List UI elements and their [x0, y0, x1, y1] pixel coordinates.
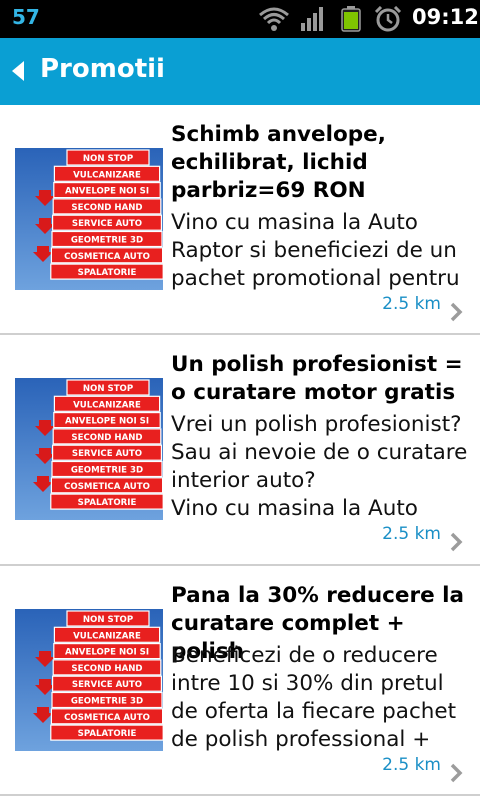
alarm-icon: [374, 6, 402, 32]
sign-text: VULCANIZARE: [73, 170, 141, 180]
sign-image: NON STOP VULCANIZARE ANVELOPE NOI SI SECOND…: [15, 378, 163, 520]
sign-text: ANVELOPE NOI SI: [65, 417, 149, 427]
wifi-icon: [259, 7, 289, 31]
sign-text: VULCANIZARE: [73, 631, 141, 641]
promotion-distance: 2.5 km: [382, 294, 441, 314]
promotion-description: Vrei un polish profesionist? Sau ai nevo…: [171, 412, 468, 521]
sign-text: COSMETICA AUTO: [64, 252, 150, 262]
list-item[interactable]: NON STOP VULCANIZARE ANVELOPE NOI SI SECOND…: [0, 105, 480, 335]
battery-icon: [341, 6, 361, 32]
sign-text: NON STOP: [83, 154, 133, 164]
back-arrow-icon[interactable]: [10, 60, 26, 82]
promotion-distance: 2.5 km: [382, 524, 441, 544]
chevron-right-icon: [450, 532, 463, 552]
sign-text: SECOND HAND: [71, 664, 142, 674]
sign-text: VULCANIZARE: [73, 400, 141, 410]
sign-text: SECOND HAND: [71, 203, 142, 213]
sign-text: SPALATORIE: [78, 729, 137, 739]
sign-text: GEOMETRIE 3D: [71, 236, 143, 246]
notification-count: 57: [12, 5, 40, 29]
sign-text: SERVICE AUTO: [72, 449, 142, 459]
action-bar: Promotii: [0, 38, 480, 105]
sign-text: NON STOP: [83, 384, 133, 394]
promotion-thumbnail: NON STOP VULCANIZARE ANVELOPE NOI SI SECOND…: [15, 609, 163, 751]
clock: 09:12: [412, 5, 479, 29]
sign-text: COSMETICA AUTO: [64, 482, 150, 492]
promotion-description: Vino cu masina la Auto Raptor si benefic…: [171, 210, 460, 291]
sign-text: SERVICE AUTO: [72, 219, 142, 229]
promotion-description: Beneficezi de o reducere intre 10 si 30%…: [171, 643, 457, 752]
promotion-distance: 2.5 km: [382, 755, 441, 775]
status-bar: 57 09:12: [0, 0, 480, 38]
sign-text: GEOMETRIE 3D: [71, 697, 143, 707]
promotion-thumbnail: NON STOP VULCANIZARE ANVELOPE NOI SI SECOND…: [15, 148, 163, 290]
sign-text: ANVELOPE NOI SI: [65, 648, 149, 658]
page-title: Promotii: [40, 54, 165, 84]
chevron-right-icon: [450, 763, 463, 783]
sign-text: SPALATORIE: [78, 498, 137, 508]
promotions-list: NON STOP VULCANIZARE ANVELOPE NOI SI SECOND…: [0, 105, 480, 796]
sign-text: SERVICE AUTO: [72, 680, 142, 690]
sign-text: GEOMETRIE 3D: [71, 466, 143, 476]
sign-text: SECOND HAND: [71, 433, 142, 443]
list-item[interactable]: NON STOP VULCANIZARE ANVELOPE NOI SI SECOND…: [0, 335, 480, 566]
promotion-title: Un polish profesionist = o curatare moto…: [171, 352, 463, 405]
list-item[interactable]: NON STOP VULCANIZARE ANVELOPE NOI SI SECOND…: [0, 566, 480, 796]
signal-icon: [301, 7, 323, 31]
sign-text: ANVELOPE NOI SI: [65, 187, 149, 197]
promotion-title: Schimb anvelope, echilibrat, lichid parb…: [171, 122, 386, 203]
sign-image: NON STOP VULCANIZARE ANVELOPE NOI SI SECOND…: [15, 609, 163, 751]
sign-image: NON STOP VULCANIZARE ANVELOPE NOI SI SECOND…: [15, 148, 163, 290]
sign-text: SPALATORIE: [78, 268, 137, 278]
sign-text: COSMETICA AUTO: [64, 713, 150, 723]
sign-text: NON STOP: [83, 615, 133, 625]
chevron-right-icon: [450, 302, 463, 322]
promotion-thumbnail: NON STOP VULCANIZARE ANVELOPE NOI SI SECOND…: [15, 378, 163, 520]
